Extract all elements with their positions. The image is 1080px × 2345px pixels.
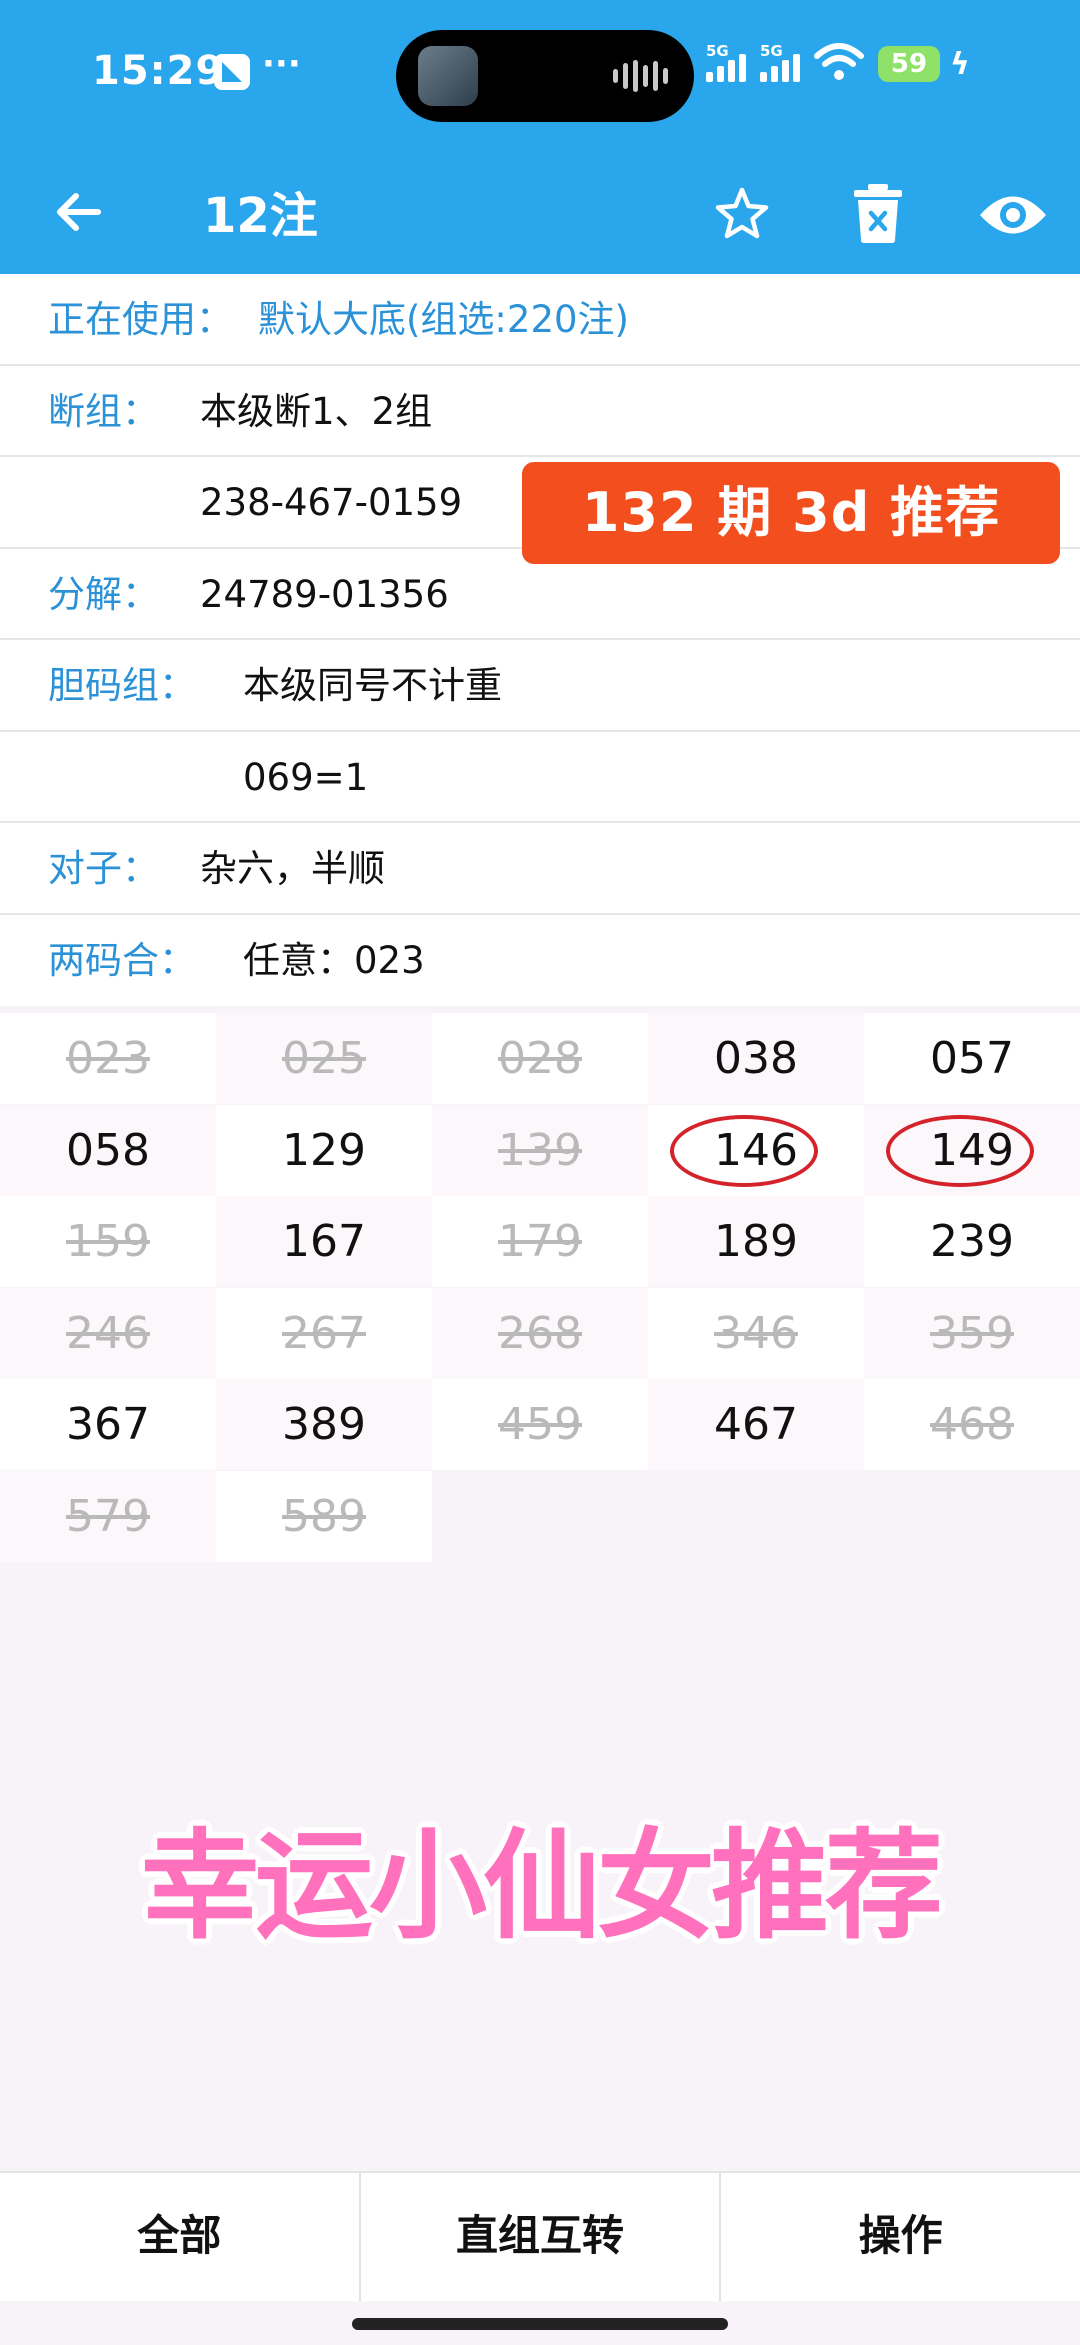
convert-straight-group-button[interactable]: 直组互转	[358, 2173, 720, 2301]
charging-icon: ϟ	[950, 47, 970, 82]
row-label: 两码合：	[48, 938, 196, 982]
info-row-break-group: 断组： 本级断1、2组	[0, 366, 1080, 457]
signal-icon: 5G	[760, 42, 800, 82]
more-notifications-icon: ···	[262, 44, 301, 84]
number-cell[interactable]: 267	[216, 1287, 432, 1379]
number-cell[interactable]: 359	[864, 1287, 1080, 1379]
number-cell[interactable]: 268	[432, 1287, 648, 1379]
dynamic-island	[396, 30, 694, 122]
number-cell[interactable]: 129	[216, 1104, 432, 1196]
number-cell[interactable]: 467	[648, 1379, 864, 1470]
info-row-banker-group: 胆码组： 本级同号不计重	[0, 640, 1080, 732]
star-icon[interactable]	[712, 184, 772, 244]
info-row-current: 正在使用： 默认大底(组选:220注)	[0, 274, 1080, 366]
wifi-icon	[814, 43, 864, 80]
number-cell[interactable]: 589	[216, 1470, 432, 1562]
number-cell[interactable]: 139	[432, 1104, 648, 1196]
number-cell[interactable]: 058	[0, 1104, 216, 1196]
number-cell[interactable]: 239	[864, 1196, 1080, 1287]
row-label: 正在使用：	[48, 298, 233, 341]
number-cell[interactable]: 246	[0, 1287, 216, 1379]
highlight-circle	[886, 1114, 1034, 1187]
info-row-banker-values: 069=1	[0, 732, 1080, 823]
row-value: 本级断1、2组	[200, 389, 433, 433]
network-type-label: 5G	[706, 42, 729, 60]
row-label: 对子：	[48, 847, 159, 890]
number-cell[interactable]: 028	[432, 1013, 648, 1104]
bottom-action-bar: 全部 直组互转 操作	[0, 2171, 1080, 2301]
number-cell[interactable]: 159	[0, 1196, 216, 1287]
row-value: 任意：023	[243, 938, 425, 982]
overlay-caption: 幸运小仙女推荐	[140, 1817, 943, 1955]
home-indicator[interactable]	[352, 2318, 728, 2330]
battery-level: 59	[890, 49, 928, 79]
number-cell[interactable]: 057	[864, 1013, 1080, 1104]
number-cell[interactable]: 167	[216, 1196, 432, 1287]
row-value: 杂六，半顺	[200, 847, 385, 890]
app-notification-icon	[214, 54, 250, 90]
row-label: 分解：	[48, 572, 159, 616]
audio-waveform-icon	[613, 60, 668, 92]
show-all-button[interactable]: 全部	[0, 2173, 359, 2301]
filter-summary: 正在使用： 默认大底(组选:220注) 断组： 本级断1、2组 238-467-…	[0, 274, 1080, 1006]
status-bar: 15:29 ··· 5G 5G 59 ϟ	[0, 0, 1080, 150]
app-bar: 12注	[0, 150, 1080, 274]
number-cell[interactable]: 023	[0, 1013, 216, 1104]
number-cell[interactable]: 149	[864, 1104, 1080, 1196]
network-type-label: 5G	[760, 42, 783, 60]
number-cell[interactable]: 367	[0, 1379, 216, 1470]
page-title: 12注	[203, 188, 318, 244]
status-indicators: 5G 5G 59 ϟ	[706, 42, 970, 82]
number-cell[interactable]: 038	[648, 1013, 864, 1104]
row-value: 本级同号不计重	[243, 664, 502, 707]
info-row-two-sum: 两码合： 任意：023	[0, 915, 1080, 1007]
number-cell[interactable]: 025	[216, 1013, 432, 1104]
number-cell[interactable]: 579	[0, 1470, 216, 1562]
row-value[interactable]: 默认大底(组选:220注)	[258, 274, 629, 365]
highlight-circle	[670, 1114, 818, 1187]
row-value: 24789-01356	[200, 572, 449, 616]
number-cell[interactable]: 468	[864, 1379, 1080, 1470]
battery-icon: 59	[878, 46, 940, 82]
promo-badge: 132 期 3d 推荐	[522, 462, 1060, 564]
info-row-pairs: 对子： 杂六，半顺	[0, 823, 1080, 915]
actions-button[interactable]: 操作	[719, 2173, 1080, 2301]
trash-icon[interactable]	[850, 182, 906, 244]
row-label: 胆码组：	[48, 664, 196, 707]
number-cell[interactable]: 146	[648, 1104, 864, 1196]
row-label: 断组：	[48, 389, 159, 433]
number-cell[interactable]: 179	[432, 1196, 648, 1287]
row-value: 238-467-0159	[200, 481, 463, 524]
row-value: 069=1	[243, 755, 369, 799]
now-playing-artwork	[418, 46, 478, 106]
number-cell[interactable]: 346	[648, 1287, 864, 1379]
signal-icon: 5G	[706, 42, 746, 82]
number-cell[interactable]: 389	[216, 1379, 432, 1470]
status-time: 15:29	[92, 48, 225, 94]
eye-icon[interactable]	[978, 190, 1048, 240]
number-cell[interactable]: 189	[648, 1196, 864, 1287]
back-arrow-icon[interactable]	[48, 180, 112, 244]
number-cell[interactable]: 459	[432, 1379, 648, 1470]
